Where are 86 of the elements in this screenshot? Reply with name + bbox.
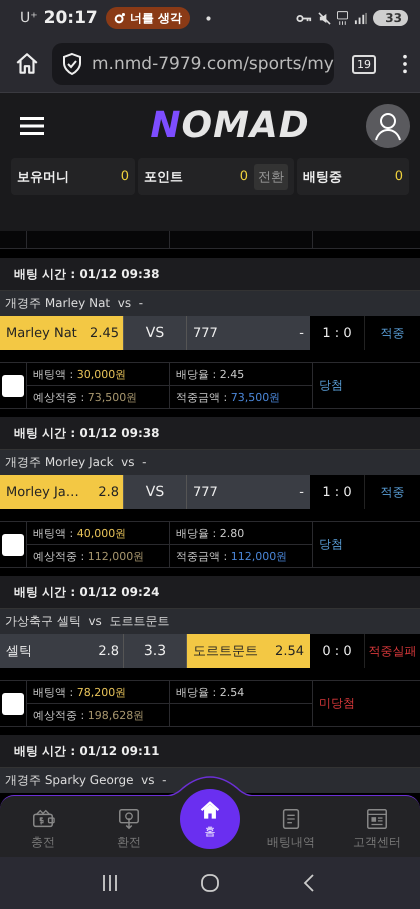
download-icon (117, 807, 141, 831)
odds-rate: 배당율 : 2.80 (175, 526, 246, 542)
more-icon[interactable] (402, 53, 408, 75)
expected-payout: 예상적중 : 198,628원 (27, 703, 169, 726)
draw-option[interactable]: VS (123, 316, 186, 350)
outcome-status: 당첨 (319, 377, 343, 394)
battery-indicator: 33 (373, 10, 408, 26)
nav-item[interactable]: 환전 (94, 807, 164, 851)
stake-amount: 배팅액 : 30,000원 (32, 366, 128, 382)
nav-item[interactable]: 고객센터 (342, 807, 412, 851)
win-amount: 적중금액 : 73,500원 (170, 385, 312, 408)
odds-value: - (299, 484, 304, 500)
balance-value: 0 (240, 169, 248, 184)
home-icon (199, 800, 221, 822)
shield-icon (60, 52, 84, 76)
mute-icon (318, 12, 332, 24)
stake-amount: 배팅액 : 40,000원 (32, 526, 128, 542)
odds-option[interactable]: 도르트문트 2.54 (186, 634, 310, 668)
win-amount: 적중금액 : 112,000원 (170, 544, 312, 567)
carrier-label: U⁺ (20, 10, 38, 26)
draw-option[interactable]: 3.3 (123, 634, 186, 668)
balance-value: 0 (394, 169, 403, 184)
tab-count-button[interactable]: 19 (352, 54, 376, 74)
balance-value: 0 (120, 169, 129, 184)
team-name: Marley Nat (6, 326, 77, 340)
url-text: m.nmd-7979.com/sports/my (92, 54, 334, 74)
score-cell: 1 : 0 (310, 316, 365, 350)
balance-label: 포인트 (144, 168, 184, 186)
expected-payout: 예상적중 : 112,000원 (27, 544, 169, 567)
odds-option[interactable]: 셀틱 2.8 (0, 634, 123, 668)
odds-rate: 배당율 : 2.54 (175, 684, 246, 700)
nav-item[interactable]: 배팅내역 (256, 807, 326, 851)
nav-item[interactable]: 충전 (8, 807, 78, 851)
score-cell: 0 : 0 (310, 634, 365, 668)
match-title: 개경주 Sparky George vs - (0, 767, 420, 793)
outcome-status: 당첨 (319, 536, 343, 553)
odds-option[interactable]: Morley Ja… 2.8 (0, 475, 123, 509)
app-icon (114, 12, 126, 24)
team-name: 777 (193, 326, 218, 340)
address-bar[interactable]: m.nmd-7979.com/sports/my (52, 43, 334, 85)
match-title: 가상축구 셀틱 vs 도르트문트 (0, 608, 420, 634)
balance-label: 배팅중 (303, 168, 343, 186)
result-status: 적중 (380, 324, 404, 342)
odds-value: 2.8 (98, 484, 119, 500)
avatar-icon[interactable] (366, 104, 410, 148)
bet-time: 배팅 시간 : 01/12 09:38 (0, 258, 420, 290)
expected-payout: 예상적중 : 73,500원 (27, 385, 169, 408)
signal-icon (354, 12, 368, 24)
match-title: 개경주 Morley Jack vs - (0, 449, 420, 475)
odds-option[interactable]: 777 - (186, 316, 310, 350)
team-name: 셀틱 (6, 643, 32, 660)
result-status: 적중 (380, 484, 404, 500)
home-icon[interactable] (14, 51, 40, 77)
bet-time: 배팅 시간 : 01/12 09:38 (0, 417, 420, 449)
checkbox[interactable] (2, 534, 24, 556)
home-button[interactable]: 홈 (180, 789, 240, 849)
match-title: 개경주 Marley Nat vs - (0, 290, 420, 316)
odds-option[interactable]: Marley Nat 2.45 (0, 316, 123, 350)
bet-time: 배팅 시간 : 01/12 09:11 (0, 735, 420, 767)
convert-button[interactable]: 전환 (254, 164, 288, 190)
result-status: 적중실패 (368, 642, 416, 660)
outcome-status: 미당첨 (319, 695, 355, 712)
odds-value: 2.45 (90, 326, 119, 340)
recent-apps-icon[interactable] (100, 873, 120, 893)
key-icon (296, 14, 312, 22)
stake-amount: 배팅액 : 78,200원 (32, 684, 128, 700)
checkbox[interactable] (2, 374, 24, 396)
network-icon (337, 10, 348, 26)
notification-text: 너를 생각 (130, 10, 182, 26)
odds-option[interactable]: 777 - (186, 475, 310, 509)
score-cell: 1 : 0 (310, 475, 365, 509)
dot-icon (206, 16, 211, 20)
menu-icon[interactable] (20, 116, 44, 136)
odds-value: 2.8 (98, 644, 119, 658)
bet-time: 배팅 시간 : 01/12 09:24 (0, 576, 420, 608)
odds-value: - (299, 326, 304, 340)
checkbox[interactable] (2, 692, 24, 714)
odds-value: 2.54 (275, 644, 304, 658)
balance-label: 보유머니 (17, 168, 70, 186)
odds-rate: 배당율 : 2.45 (175, 366, 246, 382)
team-name: 777 (193, 484, 218, 500)
clock: 20:17 (44, 8, 98, 28)
draw-option[interactable]: VS (123, 475, 186, 509)
team-name: Morley Ja… (6, 484, 79, 500)
news-icon (365, 807, 389, 831)
team-name: 도르트문트 (193, 643, 258, 660)
